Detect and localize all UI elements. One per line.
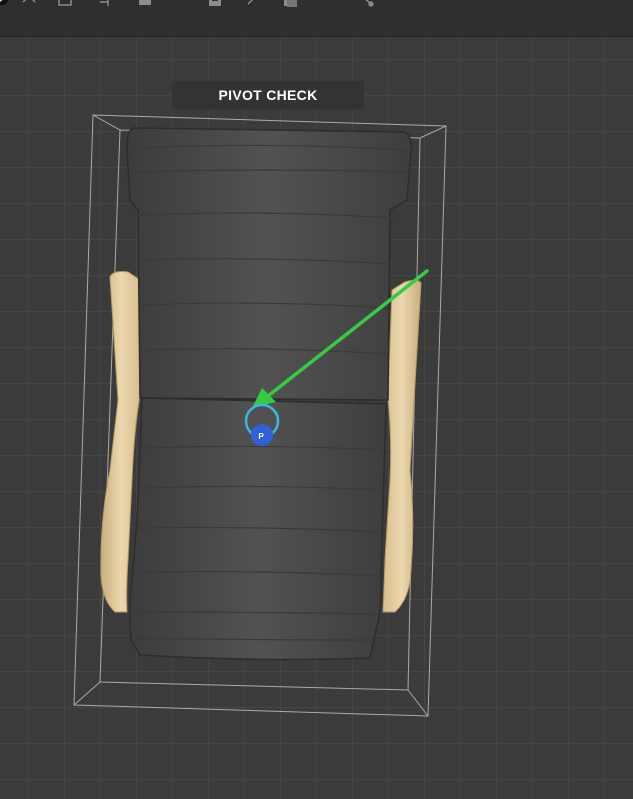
scene-layer: P <box>73 114 447 717</box>
pivot-label: P <box>258 432 264 441</box>
chair-backrest <box>126 127 412 401</box>
